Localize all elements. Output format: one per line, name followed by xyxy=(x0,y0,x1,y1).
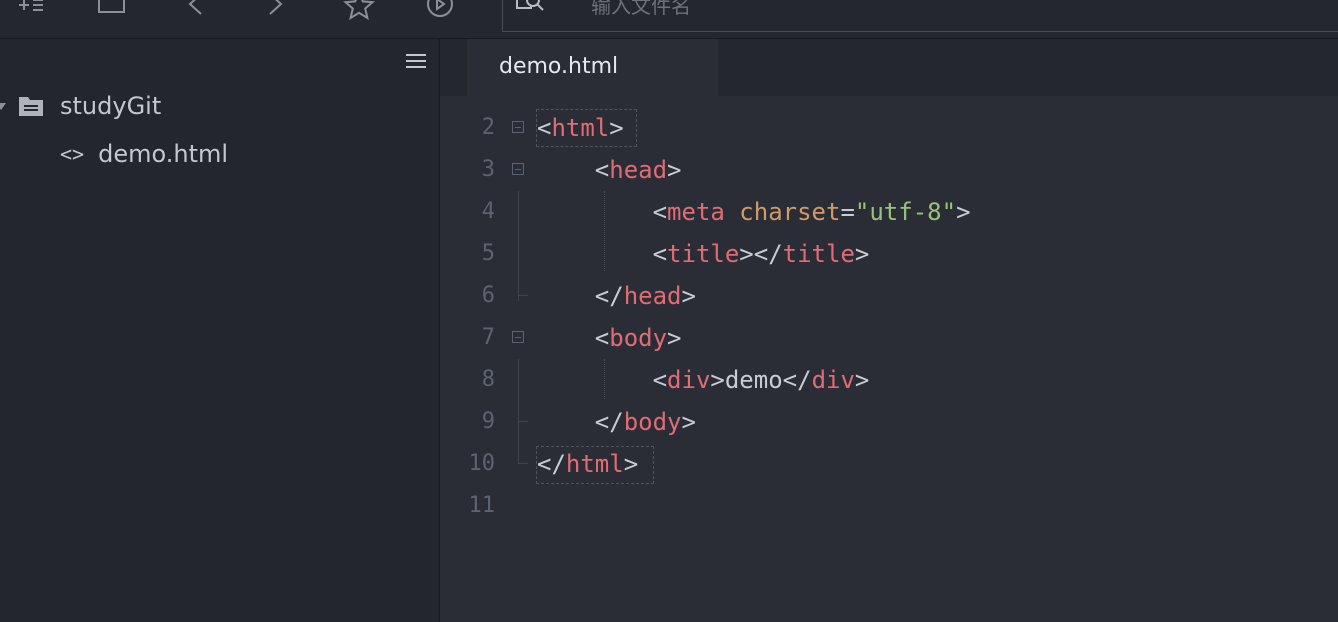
line-number: 11 xyxy=(468,493,496,518)
code-token: > xyxy=(609,114,624,142)
code-token: demo xyxy=(724,366,783,394)
code-token: head xyxy=(609,156,668,184)
hamburger-icon[interactable] xyxy=(405,53,427,73)
code-line[interactable]: <div>demo</div> xyxy=(537,361,870,399)
line-number: 8 xyxy=(481,367,495,392)
line-number: 2 xyxy=(481,115,495,140)
line-number: 4 xyxy=(481,199,495,224)
code-token: title xyxy=(667,240,740,268)
code-token: > xyxy=(623,450,639,478)
code-token: div xyxy=(667,366,711,394)
file-row-demo-html[interactable]: <> demo.html xyxy=(60,139,228,169)
code-token: > xyxy=(667,324,682,352)
code-line[interactable]: </html> xyxy=(537,445,638,483)
code-line[interactable]: <html> xyxy=(537,109,624,147)
line-number: 10 xyxy=(468,451,496,476)
code-token: > xyxy=(681,408,696,436)
code-token: meta xyxy=(667,198,725,226)
search-input[interactable]: 输入文件名 xyxy=(591,0,691,19)
add-file-icon[interactable] xyxy=(17,0,45,22)
fold-guide-end xyxy=(518,421,528,422)
line-number: 9 xyxy=(481,409,495,434)
code-token: < xyxy=(594,324,610,352)
code-icon: <> xyxy=(60,142,85,166)
code-token: </ xyxy=(782,366,812,394)
fold-guide xyxy=(518,359,519,463)
file-label: demo.html xyxy=(98,140,229,168)
code-token: charset xyxy=(739,198,841,226)
code-token: = xyxy=(840,198,855,226)
code-token: > xyxy=(854,240,870,268)
code-token: body xyxy=(623,408,682,436)
code-token: </ xyxy=(594,282,624,310)
line-number: 6 xyxy=(481,283,495,308)
folder-icon xyxy=(18,95,44,117)
code-line[interactable]: <title></title> xyxy=(537,235,870,273)
forward-icon[interactable] xyxy=(265,0,287,22)
code-token: html xyxy=(565,450,624,478)
line-number: 3 xyxy=(481,157,495,182)
code-token: < xyxy=(652,366,668,394)
code-token: html xyxy=(551,114,610,142)
code-line[interactable]: </head> xyxy=(537,277,696,315)
fold-marker-icon[interactable] xyxy=(512,163,524,175)
fold-marker-icon[interactable] xyxy=(512,121,524,133)
tab-label: demo.html xyxy=(499,54,619,79)
code-line[interactable]: <meta charset="utf-8"> xyxy=(537,193,971,231)
tab-demo-html[interactable]: demo.html xyxy=(467,39,718,96)
code-token: > xyxy=(956,198,971,226)
code-line[interactable]: </body> xyxy=(537,403,696,441)
code-token: > xyxy=(667,156,682,184)
code-token: ></ xyxy=(739,240,783,268)
search-bar[interactable]: 输入文件名 xyxy=(502,0,1338,32)
code-token: > xyxy=(710,366,725,394)
code-line[interactable]: <body> xyxy=(537,319,682,357)
toolbar: 输入文件名 xyxy=(0,0,1338,39)
fold-guide-end xyxy=(518,463,528,464)
folder-row-studygit[interactable]: studyGit xyxy=(0,91,161,121)
code-token: < xyxy=(652,240,668,268)
square-icon[interactable] xyxy=(97,0,127,22)
tab-bar: demo.html xyxy=(440,39,1338,96)
editor: demo.html 2 3 4 5 6 7 8 9 10 11 <html> <head> <me… xyxy=(440,39,1338,622)
back-icon[interactable] xyxy=(184,0,206,22)
code-token: > xyxy=(854,366,870,394)
line-number: 5 xyxy=(481,241,495,266)
code-token: > xyxy=(681,282,696,310)
code-line[interactable]: <head> xyxy=(537,151,682,189)
code-token: head xyxy=(623,282,682,310)
disclosure-arrow-icon[interactable] xyxy=(0,102,6,110)
code-token: div xyxy=(811,366,855,394)
sidebar: studyGit <> demo.html xyxy=(0,39,440,622)
code-token: < xyxy=(537,114,552,142)
code-token: "utf-8" xyxy=(854,198,957,226)
code-token: </ xyxy=(594,408,624,436)
folder-label: studyGit xyxy=(60,92,162,120)
line-number: 7 xyxy=(481,325,495,350)
fold-guide-end xyxy=(518,295,528,296)
code-token: title xyxy=(782,240,855,268)
search-icon[interactable] xyxy=(515,0,547,20)
play-icon[interactable] xyxy=(424,0,456,24)
star-icon[interactable] xyxy=(343,0,375,24)
code-token: < xyxy=(652,198,668,226)
fold-guide xyxy=(518,191,519,301)
code-token: </ xyxy=(537,450,566,478)
code-token: < xyxy=(594,156,610,184)
fold-marker-icon[interactable] xyxy=(512,331,524,343)
code-token: body xyxy=(609,324,668,352)
